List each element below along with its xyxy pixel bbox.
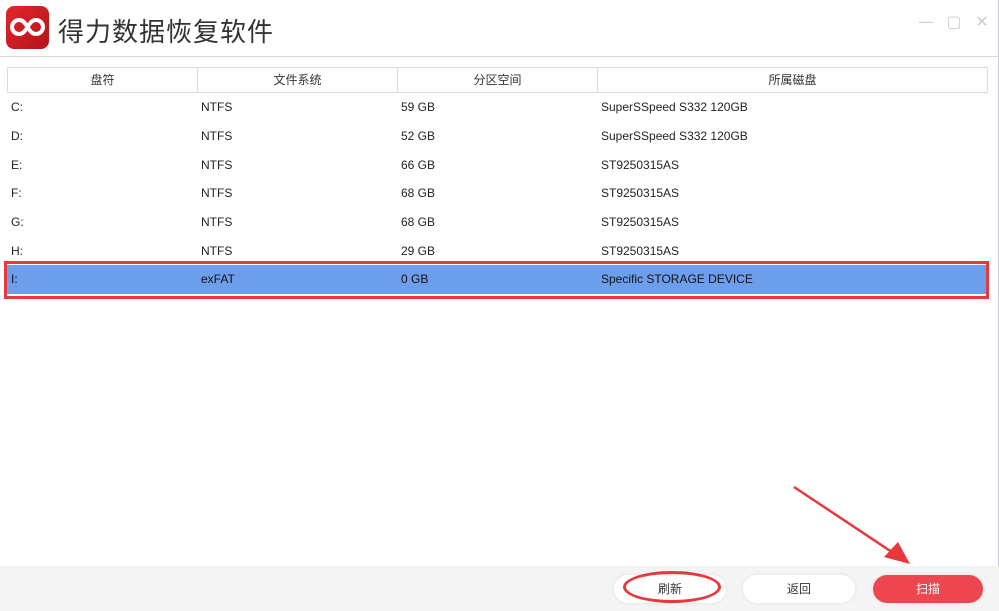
close-icon[interactable]: ✕	[974, 14, 990, 30]
cell-file-system: NTFS	[201, 129, 233, 144]
cell-drive-letter: D:	[11, 129, 23, 144]
cell-disk: ST9250315AS	[601, 186, 680, 201]
cell-drive-letter: C:	[11, 100, 23, 115]
cell-partition-size: 52 GB	[401, 129, 436, 144]
cell-file-system: NTFS	[201, 243, 233, 258]
app-logo-icon	[6, 6, 49, 49]
back-button[interactable]: 返回	[743, 575, 855, 603]
cell-file-system: NTFS	[201, 157, 233, 172]
header-disk[interactable]: 所属磁盘	[598, 68, 987, 92]
header-drive-letter[interactable]: 盘符	[8, 68, 198, 92]
cell-file-system: NTFS	[201, 100, 233, 115]
cell-partition-size: 66 GB	[401, 157, 436, 172]
table-row[interactable]: C: NTFS 59 GB SuperSSpeed S332 120GB	[7, 93, 988, 122]
drive-table: 盘符 文件系统 分区空间 所属磁盘 C: NTFS 59 GB SuperSSpeed…	[7, 67, 988, 294]
cell-file-system: NTFS	[201, 186, 233, 201]
cell-disk: SuperSSpeed S332 120GB	[601, 129, 748, 144]
header-file-system[interactable]: 文件系统	[198, 68, 398, 92]
refresh-annotation-ellipse	[623, 571, 721, 603]
scan-button[interactable]: 扫描	[873, 575, 983, 603]
title-bar: 得力数据恢复软件 — ▢ ✕	[0, 0, 999, 57]
cell-partition-size: 68 GB	[401, 215, 436, 230]
table-row[interactable]: D: NTFS 52 GB SuperSSpeed S332 120GB	[7, 122, 988, 151]
maximize-icon[interactable]: ▢	[946, 14, 962, 30]
cell-drive-letter: G:	[11, 215, 24, 230]
cell-partition-size: 59 GB	[401, 100, 436, 115]
selection-annotation-box	[4, 261, 989, 299]
cell-disk: ST9250315AS	[601, 157, 680, 172]
cell-disk: ST9250315AS	[601, 243, 680, 258]
cell-partition-size: 29 GB	[401, 243, 436, 258]
cell-drive-letter: F:	[11, 186, 22, 201]
header-partition-size[interactable]: 分区空间	[398, 68, 598, 92]
app-title: 得力数据恢复软件	[58, 18, 275, 48]
cell-drive-letter: E:	[11, 157, 23, 172]
cell-drive-letter: H:	[11, 243, 23, 258]
annotation-arrow-icon	[793, 485, 910, 564]
cell-file-system: NTFS	[201, 215, 233, 230]
minimize-icon[interactable]: —	[918, 14, 934, 30]
table-row[interactable]: G: NTFS 68 GB ST9250315AS	[7, 208, 988, 237]
cell-disk: ST9250315AS	[601, 215, 680, 230]
table-row[interactable]: F: NTFS 68 GB ST9250315AS	[7, 179, 988, 208]
cell-disk: SuperSSpeed S332 120GB	[601, 100, 748, 115]
cell-partition-size: 68 GB	[401, 186, 436, 201]
table-row[interactable]: E: NTFS 66 GB ST9250315AS	[7, 150, 988, 179]
table-header: 盘符 文件系统 分区空间 所属磁盘	[7, 67, 988, 93]
